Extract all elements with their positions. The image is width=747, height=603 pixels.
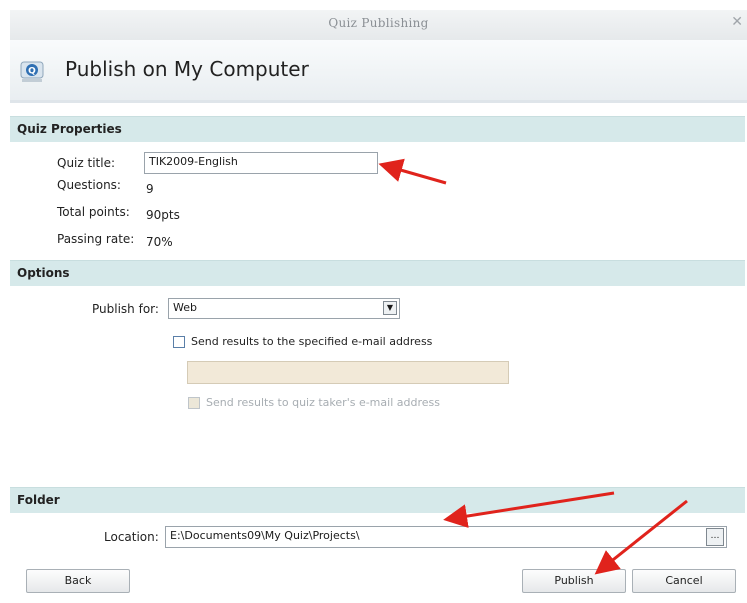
- arrow-to-location: [443, 491, 615, 528]
- annotation-arrows: [378, 158, 688, 575]
- arrow-to-publish: [594, 499, 688, 575]
- arrow-to-title: [378, 158, 447, 185]
